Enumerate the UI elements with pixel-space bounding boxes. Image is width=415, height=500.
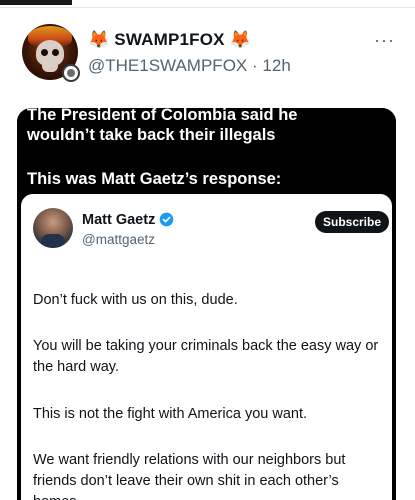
handle[interactable]: @THE1SWAMPFOX — [88, 56, 247, 75]
caption-line: This was Matt Gaetz’s response: — [27, 170, 282, 188]
post-media-image[interactable]: The President of Colombia said he wouldn… — [17, 108, 396, 500]
caption-line: The President of Colombia said he — [27, 108, 298, 124]
embedded-paragraph: We want friendly relations with our neig… — [33, 452, 346, 500]
skull-jaw-graphic — [42, 64, 58, 72]
embedded-name: Matt Gaetz — [82, 212, 156, 228]
caption-line: wouldn’t take back their illegals — [27, 126, 276, 144]
handle-and-time: @THE1SWAMPFOX · 12h — [88, 56, 291, 76]
embedded-paragraph: Don’t fuck with us on this, dude. — [33, 292, 238, 308]
embedded-avatar — [33, 208, 73, 248]
subscribe-button: Subscribe — [315, 211, 389, 233]
time-separator: · — [252, 56, 258, 75]
meme-caption: The President of Colombia said he wouldn… — [17, 108, 396, 194]
embedded-paragraph: You will be taking your criminals back t… — [33, 338, 379, 375]
more-horizontal-icon[interactable]: ··· — [374, 30, 395, 51]
avatar-badge-icon — [62, 64, 80, 82]
embedded-paragraph: This is not the fight with America you w… — [33, 406, 308, 422]
top-tab-indicator — [0, 0, 72, 5]
embedded-handle: @mattgaetz — [82, 232, 155, 247]
post-time[interactable]: 12h — [262, 56, 290, 75]
divider — [0, 7, 415, 8]
verified-badge-icon — [159, 212, 174, 227]
display-name[interactable]: 🦊 SWAMP1FOX 🦊 — [88, 30, 251, 50]
post-header: 🦊 SWAMP1FOX 🦊 @THE1SWAMPFOX · 12h ··· — [22, 24, 402, 84]
skull-graphic — [36, 40, 64, 66]
